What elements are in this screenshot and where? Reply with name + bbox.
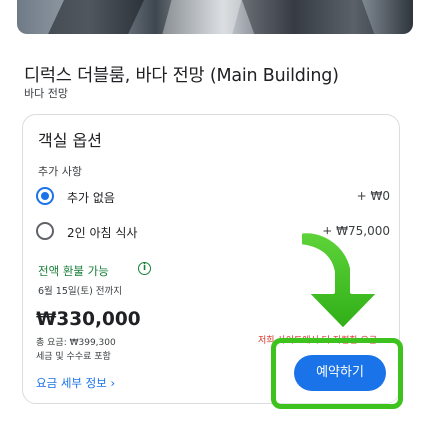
option-breakfast[interactable]: 2인 아침 식사 + ₩75,000 [36,220,390,244]
radio-unselected[interactable] [36,222,54,240]
nightly-price: ₩330,000 [36,309,141,330]
taxes-note: 세금 및 수수료 포함 [36,352,111,362]
option-label: 추가 없음 [67,191,115,205]
total-price: 총 요금: ₩399,300 [36,338,116,348]
extras-label: 추가 사항 [38,165,82,178]
radio-selected[interactable] [36,187,54,205]
option-no-extras[interactable]: 추가 없음 + ₩0 [36,185,390,209]
room-subtitle: 바다 전망 [24,87,68,100]
option-price: + ₩75,000 [322,224,390,238]
info-icon[interactable]: i [138,262,151,275]
option-price: + ₩0 [356,189,390,203]
refund-label: 전액 환불 가능 [38,264,109,278]
option-label: 2인 아침 식사 [67,226,138,240]
room-title: 디럭스 더블룸, 바다 전망 (Main Building) [24,66,339,86]
card-title: 객실 옵션 [38,131,102,150]
room-photo[interactable] [17,0,413,34]
book-button[interactable]: 예약하기 [294,355,386,391]
refund-date: 6월 15일(토) 전까지 [38,286,123,297]
price-details-link[interactable]: 요금 세부 정보 › [36,375,115,391]
